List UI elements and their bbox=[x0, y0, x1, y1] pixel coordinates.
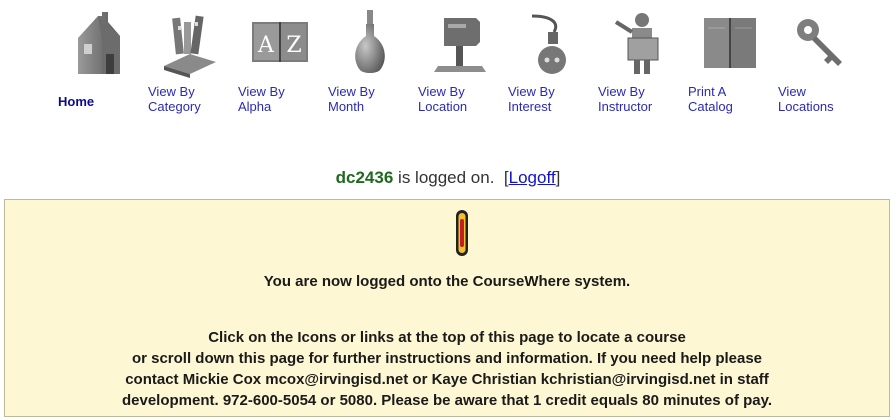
instruction-line: or scroll down this page for further ins… bbox=[131, 350, 763, 367]
nav-label: Interest bbox=[508, 99, 552, 114]
nav-label: Month bbox=[328, 99, 365, 114]
nav-label: Locations bbox=[778, 99, 834, 114]
instruction-line: Click on the Icons or links at the top o… bbox=[208, 329, 686, 346]
nav-print-a-catalog[interactable]: Print A Catalog bbox=[688, 4, 778, 128]
main-nav: Home View By Category A Z View By Alpha … bbox=[58, 4, 868, 128]
bracket: ] bbox=[555, 168, 561, 187]
instruction-line: development. 972-600-5054 or 5080. Pleas… bbox=[121, 392, 773, 409]
nav-label: Home bbox=[58, 94, 95, 109]
login-status: dc2436 is logged on. [Logoff] bbox=[0, 168, 896, 188]
nav-view-locations[interactable]: View Locations bbox=[778, 4, 868, 128]
nav-label: View By bbox=[148, 84, 195, 99]
book-az-icon[interactable]: A Z bbox=[250, 8, 310, 78]
house-icon[interactable] bbox=[70, 8, 130, 78]
nav-label: Instructor bbox=[598, 99, 653, 114]
open-book-icon[interactable] bbox=[700, 8, 760, 78]
plug-icon[interactable] bbox=[520, 8, 580, 78]
nav-label: View bbox=[778, 84, 806, 99]
welcome-message: You are now logged onto the CourseWhere … bbox=[263, 273, 631, 290]
nav-view-by-alpha[interactable]: A Z View By Alpha bbox=[238, 4, 328, 128]
nav-label: View By bbox=[238, 84, 285, 99]
nav-label: Catalog bbox=[688, 99, 733, 114]
svg-text:Z: Z bbox=[286, 33, 301, 58]
nav-view-by-location[interactable]: View By Location bbox=[418, 4, 508, 128]
nav-label: Print A bbox=[688, 84, 727, 99]
logoff-link[interactable]: Logoff bbox=[509, 168, 556, 187]
nav-view-by-month[interactable]: View By Month bbox=[328, 4, 418, 128]
svg-text:A: A bbox=[257, 33, 275, 58]
username: dc2436 bbox=[335, 168, 394, 187]
coursewhere-logo-icon bbox=[456, 210, 468, 256]
nav-label: View By bbox=[598, 84, 645, 99]
nav-label: Category bbox=[148, 99, 201, 114]
nav-view-by-interest[interactable]: View By Interest bbox=[508, 4, 598, 128]
key-icon[interactable] bbox=[790, 8, 850, 78]
nav-label: Alpha bbox=[238, 99, 272, 114]
signpost-icon[interactable] bbox=[430, 8, 490, 78]
nav-label: View By bbox=[418, 84, 465, 99]
light-bulb-icon[interactable] bbox=[340, 8, 400, 78]
books-icon[interactable] bbox=[160, 8, 220, 78]
nav-label: View By bbox=[328, 84, 375, 99]
welcome-panel: You are now logged onto the CourseWhere … bbox=[4, 199, 890, 417]
instructor-icon[interactable] bbox=[610, 8, 670, 78]
nav-home[interactable]: Home bbox=[58, 4, 148, 128]
nav-view-by-instructor[interactable]: View By Instructor bbox=[598, 4, 688, 128]
instructions: Click on the Icons or links at the top o… bbox=[5, 327, 889, 411]
nav-label: View By bbox=[508, 84, 555, 99]
instruction-line: contact Mickie Cox mcox@irvingisd.net or… bbox=[125, 371, 769, 388]
nav-view-by-category[interactable]: View By Category bbox=[148, 4, 238, 128]
nav-label: Location bbox=[418, 99, 468, 114]
status-text: is logged on. bbox=[393, 168, 495, 187]
